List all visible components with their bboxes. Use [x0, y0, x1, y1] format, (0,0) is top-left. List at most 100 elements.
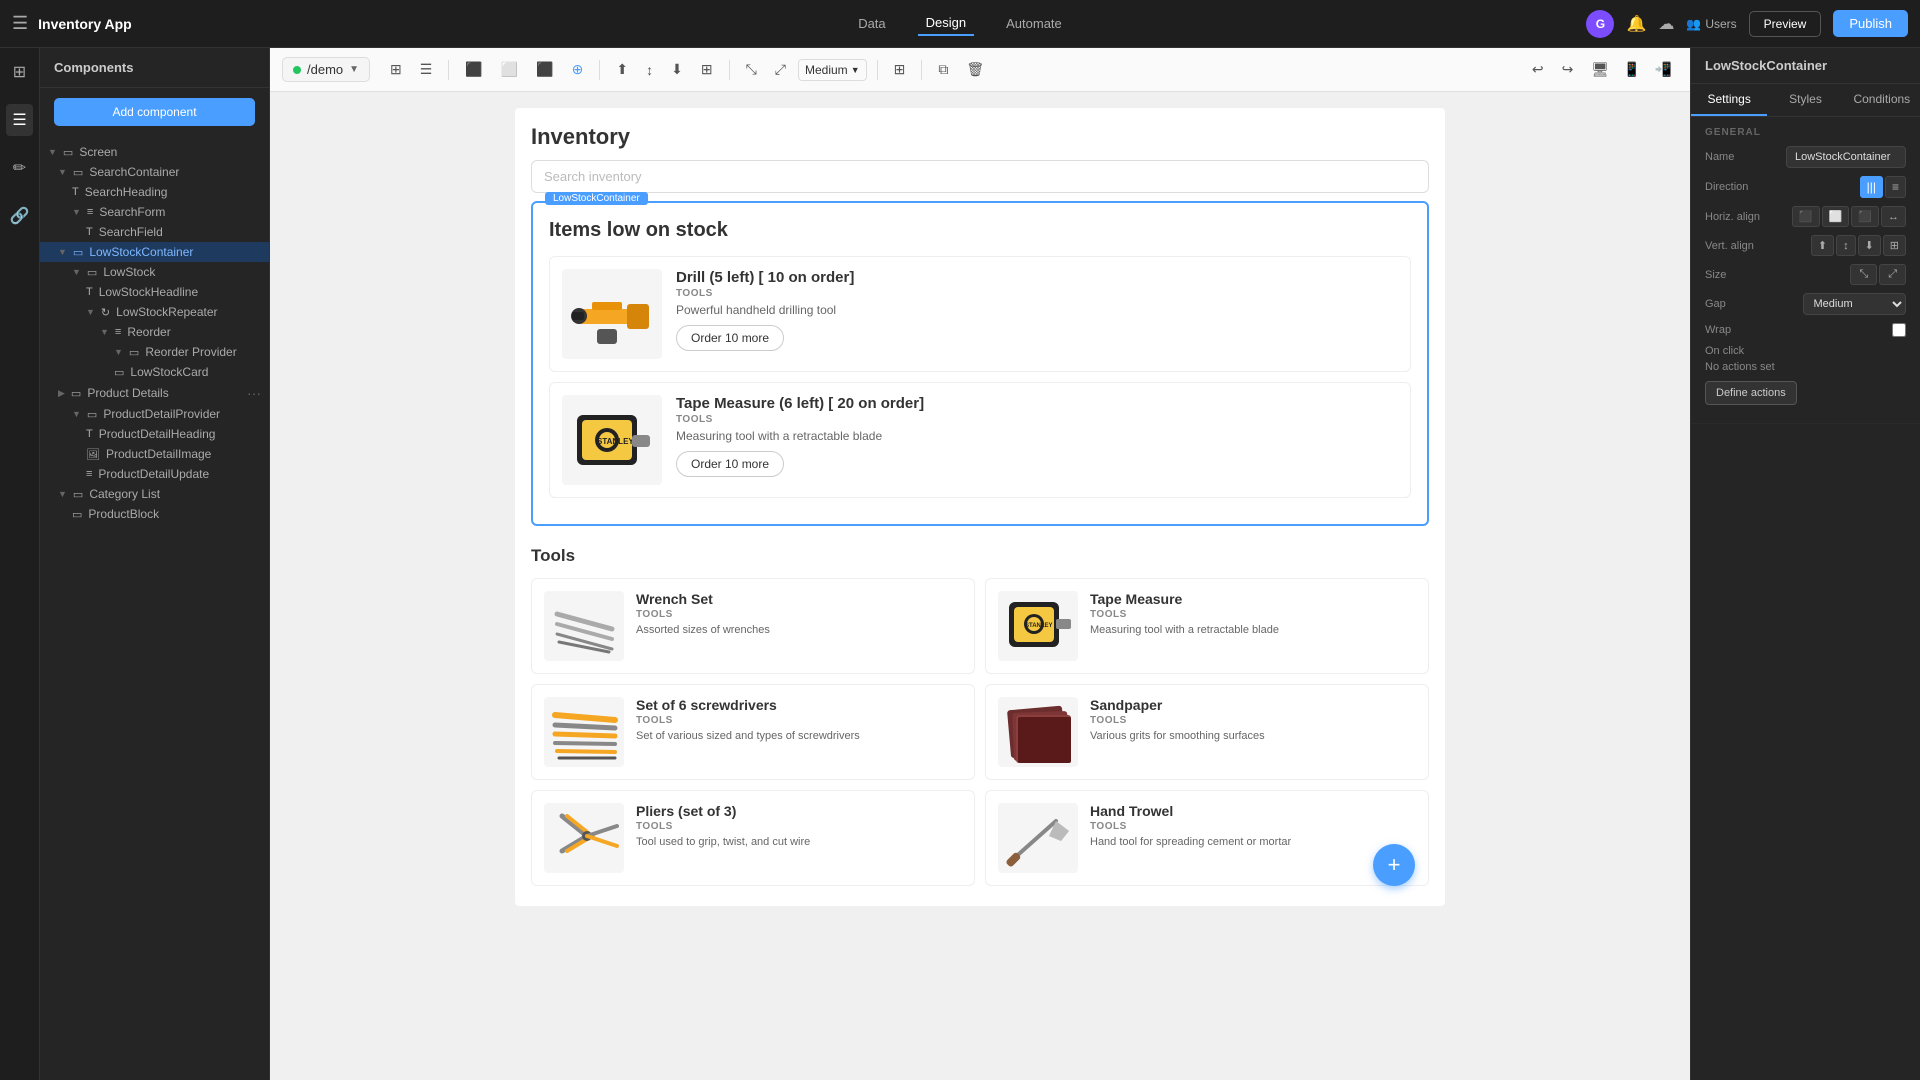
tree-item-lowstockheadline[interactable]: T LowStockHeadline: [40, 282, 269, 302]
nav-design[interactable]: Design: [918, 11, 974, 36]
horiz-align-center-button[interactable]: ⬜: [1822, 206, 1850, 227]
tree-item-searchfield[interactable]: T SearchField: [40, 222, 269, 242]
svg-text:STANLEY: STANLEY: [597, 437, 634, 446]
no-actions-label: No actions set: [1705, 361, 1775, 373]
vert-align-spread-button[interactable]: ⊞: [1883, 235, 1906, 256]
env-label: /demo: [307, 62, 343, 77]
tree-item-lowstockrepeater[interactable]: ▼ ↻ LowStockRepeater: [40, 302, 269, 322]
tree-item-productdetailheading[interactable]: T ProductDetailHeading: [40, 424, 269, 444]
tree-item-productblock[interactable]: ▭ ProductBlock: [40, 504, 269, 524]
tape-image: STANLEY: [562, 395, 662, 485]
sidebar-icon-layers[interactable]: ⊞: [7, 56, 32, 88]
tool-card-trowel: Hand Trowel TOOLS Hand tool for spreadin…: [985, 790, 1429, 886]
tree-item-categorylist[interactable]: ▼ ▭ Category List: [40, 484, 269, 504]
topbar-left: ☰ Inventory App: [12, 13, 633, 34]
on-click-row: On click No actions set Define actions: [1705, 345, 1906, 405]
align-center-button[interactable]: ⬜: [495, 57, 524, 82]
sidebar-icon-components[interactable]: ☰: [6, 104, 32, 136]
size-expand-button[interactable]: ⤢: [1879, 264, 1906, 285]
fab-button[interactable]: +: [1373, 844, 1415, 886]
expand-button[interactable]: ⤢: [769, 57, 792, 82]
env-dot: [293, 66, 301, 74]
add-component-button[interactable]: Add component: [54, 98, 255, 126]
tree-item-searchform[interactable]: ▼ ≡ SearchForm: [40, 202, 269, 222]
scale-button[interactable]: ⤡: [740, 57, 763, 82]
layout-rows-button[interactable]: ☰: [414, 57, 439, 82]
valign-spread-button[interactable]: ⊞: [695, 57, 719, 82]
define-actions-button[interactable]: Define actions: [1705, 381, 1797, 405]
screwdriver-image: [544, 697, 624, 767]
valign-middle-button[interactable]: ↕: [640, 58, 659, 82]
horiz-align-left-button[interactable]: ⬛: [1792, 206, 1820, 227]
tape-order-button[interactable]: Order 10 more: [676, 451, 784, 477]
tree-item-productdetailimage[interactable]: 🖼 ProductDetailImage: [40, 444, 269, 464]
mobile-view-button[interactable]: 📲: [1649, 57, 1678, 82]
gap-label: Gap: [1705, 298, 1795, 310]
tablet-view-button[interactable]: 📱: [1617, 57, 1646, 82]
cloud-icon[interactable]: ☁: [1658, 14, 1674, 34]
search-bar[interactable]: Search inventory: [531, 160, 1429, 193]
align-stretch-button[interactable]: ⊕: [566, 57, 590, 82]
name-input[interactable]: [1786, 146, 1906, 168]
desktop-view-button[interactable]: 🖥: [1585, 57, 1615, 82]
tree-item-lowstockcard[interactable]: ▭ LowStockCard: [40, 362, 269, 382]
tab-settings[interactable]: Settings: [1691, 84, 1767, 116]
undo-button[interactable]: ↩: [1526, 57, 1550, 82]
align-right-button[interactable]: ⬛: [530, 57, 559, 82]
horiz-align-stretch-button[interactable]: ↔: [1881, 206, 1906, 227]
redo-button[interactable]: ↪: [1556, 57, 1580, 82]
sidebar-icon-link[interactable]: 🔗: [4, 200, 36, 232]
nav-automate[interactable]: Automate: [998, 12, 1070, 35]
screwdriver-category: TOOLS: [636, 715, 962, 726]
wrench-category: TOOLS: [636, 609, 962, 620]
vert-align-bottom-button[interactable]: ⬇: [1858, 235, 1881, 256]
gap-select[interactable]: Medium Small Large None: [1803, 293, 1907, 315]
tape-tool-category: TOOLS: [1090, 609, 1416, 620]
size-dropdown[interactable]: Medium ▼: [798, 59, 867, 81]
wrap-checkbox[interactable]: [1892, 323, 1906, 337]
direction-horizontal-button[interactable]: |||: [1860, 176, 1883, 198]
tab-conditions[interactable]: Conditions: [1844, 84, 1920, 116]
vert-align-middle-button[interactable]: ↕: [1836, 235, 1856, 256]
icon-sidebar: ⊞ ☰ ✏ 🔗: [0, 48, 40, 1080]
tree-item-productdetailprovider[interactable]: ▼ ▭ ProductDetailProvider: [40, 404, 269, 424]
tree-item-productdetails[interactable]: ▶ ▭ Product Details ···: [40, 382, 269, 404]
topbar: ☰ Inventory App Data Design Automate G 🔔…: [0, 0, 1920, 48]
tape-category: TOOLS: [676, 414, 1398, 425]
tree-item-searchcontainer[interactable]: ▼ ▭ SearchContainer: [40, 162, 269, 182]
vert-align-top-button[interactable]: ⬆: [1811, 235, 1834, 256]
app-title: Inventory App: [38, 16, 132, 32]
tree-item-searchheading[interactable]: T SearchHeading: [40, 182, 269, 202]
valign-top-button[interactable]: ⬆: [610, 57, 634, 82]
layout-columns-button[interactable]: ⊞: [384, 57, 408, 82]
duplicate-button[interactable]: ⧉: [932, 57, 954, 82]
direction-vertical-button[interactable]: ≡: [1885, 176, 1906, 198]
product-details-menu-icon[interactable]: ···: [247, 385, 261, 401]
pliers-info: Pliers (set of 3) TOOLS Tool used to gri…: [636, 803, 962, 848]
wrench-info: Wrench Set TOOLS Assorted sizes of wrenc…: [636, 591, 962, 636]
env-badge[interactable]: /demo ▼: [282, 57, 370, 82]
horiz-align-right-button[interactable]: ⬛: [1851, 206, 1879, 227]
grid-view-button[interactable]: ⊞: [888, 57, 912, 82]
tree-item-reorder[interactable]: ▼ ≡ Reorder: [40, 322, 269, 342]
users-button[interactable]: 👥 Users: [1686, 17, 1736, 31]
tree-item-screen[interactable]: ▼ ▭ Screen: [40, 142, 269, 162]
notification-icon[interactable]: 🔔: [1626, 14, 1646, 34]
preview-button[interactable]: Preview: [1749, 11, 1822, 37]
tab-styles[interactable]: Styles: [1767, 84, 1843, 116]
tree-item-lowstock[interactable]: ▼ ▭ LowStock: [40, 262, 269, 282]
nav-data[interactable]: Data: [850, 12, 893, 35]
tree-item-lowstockcontainer[interactable]: ▼ ▭ LowStockContainer: [40, 242, 269, 262]
size-label: Size: [1705, 269, 1842, 281]
delete-button[interactable]: 🗑: [960, 57, 990, 82]
drill-order-button[interactable]: Order 10 more: [676, 325, 784, 351]
sidebar-icon-edit[interactable]: ✏: [7, 152, 32, 184]
drill-info: Drill (5 left) [ 10 on order] TOOLS Powe…: [676, 269, 1398, 351]
size-shrink-button[interactable]: ⤡: [1850, 264, 1877, 285]
valign-bottom-button[interactable]: ⬇: [665, 57, 689, 82]
menu-icon[interactable]: ☰: [12, 13, 28, 34]
tree-item-reorderprovider[interactable]: ▼ ▭ Reorder Provider: [40, 342, 269, 362]
align-left-button[interactable]: ⬛: [459, 57, 488, 82]
tree-item-productdetailupdate[interactable]: ≡ ProductDetailUpdate: [40, 464, 269, 484]
publish-button[interactable]: Publish: [1833, 10, 1908, 37]
